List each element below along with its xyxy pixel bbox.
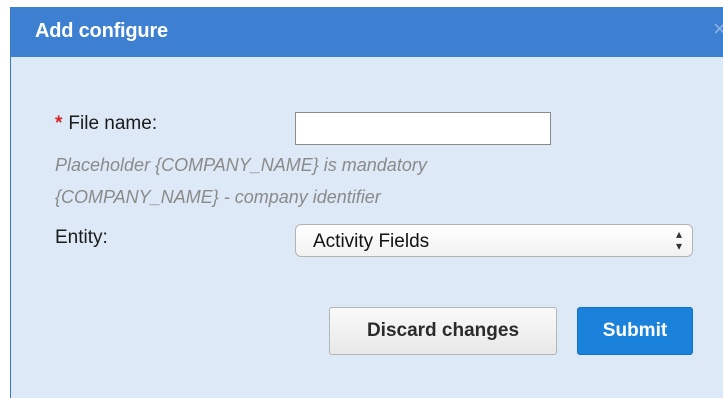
dialog-title: Add configure xyxy=(35,20,168,42)
discard-changes-button[interactable]: Discard changes xyxy=(329,307,557,355)
entity-select[interactable]: Activity Fields ▴ ▾ xyxy=(295,224,693,257)
hint-line-2: {COMPANY_NAME} - company identifier xyxy=(55,187,381,207)
file-name-label: * File name: xyxy=(55,113,157,135)
select-arrows-icon: ▴ ▾ xyxy=(675,227,682,253)
close-icon[interactable]: × xyxy=(713,18,723,40)
submit-button[interactable]: Submit xyxy=(577,307,693,355)
dialog-titlebar: Add configure × xyxy=(11,7,723,57)
file-name-input[interactable] xyxy=(295,112,551,145)
entity-label: Entity: xyxy=(55,227,108,248)
entity-select-value: Activity Fields xyxy=(313,231,430,252)
hint-line-1: Placeholder {COMPANY_NAME} is mandatory xyxy=(55,155,427,175)
file-name-label-text: File name: xyxy=(68,113,158,134)
required-marker: * xyxy=(55,113,63,134)
add-configure-dialog: Add configure × * File name: Placeholder … xyxy=(10,7,723,398)
